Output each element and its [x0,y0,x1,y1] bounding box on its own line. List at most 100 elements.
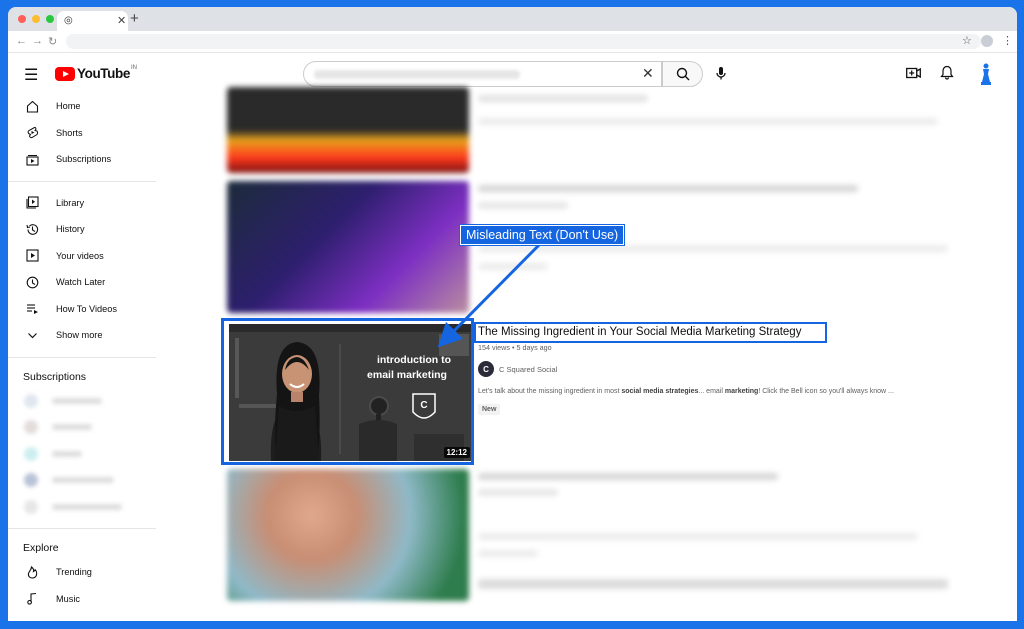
thumbnail-blurred [227,87,469,173]
description-blurred [478,533,918,540]
sidebar-item-subscriptions[interactable]: Subscriptions [8,146,158,173]
url-input[interactable] [66,34,981,49]
sidebar-item-label: History [56,224,85,235]
sidebar-item-label: Home [56,101,81,112]
subscription-item-blurred[interactable] [8,388,158,415]
account-avatar[interactable] [978,62,994,86]
shorts-icon [27,127,38,139]
playlist-icon [27,304,38,315]
meta-blurred [478,489,558,496]
channel-name[interactable]: C Squared Social [499,365,557,374]
sidebar-item-label: Your videos [56,250,104,261]
sidebar-item-history[interactable]: History [8,216,158,243]
annotation-callout: Misleading Text (Don't Use) [458,224,626,246]
sidebar-item-trending[interactable]: Trending [8,559,158,586]
sidebar-item-label: Shorts [56,127,83,138]
description-text: Let's talk about the missing ingredient … [478,388,622,395]
your-videos-icon [26,249,39,262]
sidebar-item-label: Trending [56,567,92,578]
library-icon [26,196,39,209]
sidebar-divider [8,180,156,182]
sidebar-item-your-videos[interactable]: Your videos [8,243,158,270]
home-icon [26,100,39,113]
sidebar-item-label: How To Videos [56,303,117,314]
minimize-window-button[interactable] [32,15,40,23]
chevron-down-icon [28,332,37,339]
reload-icon[interactable]: ↻ [48,35,57,48]
microphone-icon[interactable] [713,65,729,81]
sidebar-item-label: Music [56,593,80,604]
description-blurred [478,263,548,270]
title-blurred [478,473,778,480]
description-blurred [478,245,948,252]
bookmark-star-icon[interactable]: ☆ [962,34,972,47]
description-blurred [478,118,938,125]
search-query-blurred [314,70,520,79]
chapters-blurred [478,579,948,589]
new-badge: New [478,404,501,415]
clear-search-icon[interactable]: ✕ [642,65,654,82]
sidebar-item-music[interactable]: Music [8,586,158,613]
subscription-item-blurred[interactable] [8,494,158,521]
video-views: 154 views [478,343,510,352]
thumbnail-blurred [227,469,469,601]
title-blurred [478,95,648,102]
meta-blurred [478,202,568,209]
subscription-item-blurred[interactable] [8,414,158,441]
sidebar-item-show-more[interactable]: Show more [8,322,158,349]
profile-icon[interactable] [981,35,993,47]
sidebar-item-label: Subscriptions [56,154,112,165]
address-bar-row: ← → ↻ ☆ ⋮ [8,31,1017,53]
maximize-window-button[interactable] [46,15,54,23]
sidebar-item-watch-later[interactable]: Watch Later [8,269,158,296]
description-highlight: social media strategies [621,388,699,395]
search-button[interactable] [662,61,703,87]
subscription-item-blurred[interactable] [8,467,158,494]
close-window-button[interactable] [18,15,26,23]
sidebar-item-home[interactable]: Home [8,93,158,120]
music-icon [27,593,37,605]
sidebar-item-shorts[interactable]: Shorts [8,120,158,147]
description-text: ! Click the Bell icon so you'll always k… [758,388,894,395]
sidebar: Home Shorts Subscriptions Library Histor… [8,93,158,612]
close-tab-icon[interactable]: ✕ [117,14,126,27]
subscription-item-blurred[interactable] [8,441,158,468]
browser-window: ◎ ✕ + ← → ↻ ☆ ⋮ ☰ YouTube IN ✕ Home Shor… [8,7,1017,621]
search-icon [676,67,689,81]
subscriptions-heading: Subscriptions [23,370,87,383]
video-description: Let's talk about the missing ingredient … [478,388,894,395]
menu-icon[interactable]: ☰ [24,65,38,85]
sidebar-item-how-to-videos[interactable]: How To Videos [8,296,158,323]
browser-tab[interactable]: ◎ ✕ [57,11,128,31]
country-code: IN [130,64,137,71]
window-controls [18,15,54,23]
sidebar-item-label: Watch Later [56,277,106,288]
subscriptions-icon [26,154,39,166]
sidebar-item-library[interactable]: Library [8,190,158,217]
channel-avatar[interactable]: C [478,361,494,377]
youtube-header: ☰ YouTube IN ✕ [8,53,1017,93]
description-blurred [478,550,538,557]
sidebar-item-label: Library [56,197,85,208]
back-icon[interactable]: ← [16,35,27,47]
sidebar-divider [8,528,156,529]
history-icon [26,223,39,235]
youtube-logo[interactable]: YouTube IN [55,64,137,81]
video-age: 5 days ago [516,343,552,352]
thumbnail-highlight-box [221,318,474,465]
new-tab-button[interactable]: + [130,10,139,27]
forward-icon[interactable]: → [32,35,43,47]
create-video-icon[interactable] [906,67,921,79]
video-meta: 154 views • 5 days ago [478,343,552,352]
browser-menu-icon[interactable]: ⋮ [1002,34,1013,47]
sidebar-divider [8,356,156,358]
trending-icon [27,565,38,579]
search-input[interactable]: ✕ [303,61,662,87]
thumbnail-blurred [227,181,469,313]
youtube-play-icon [55,66,75,81]
notifications-bell-icon[interactable] [940,65,954,80]
chrome-icon: ◎ [64,15,73,26]
description-highlight: marketing [724,388,759,395]
title-blurred [478,185,858,192]
tab-strip: ◎ ✕ + [8,7,1017,31]
